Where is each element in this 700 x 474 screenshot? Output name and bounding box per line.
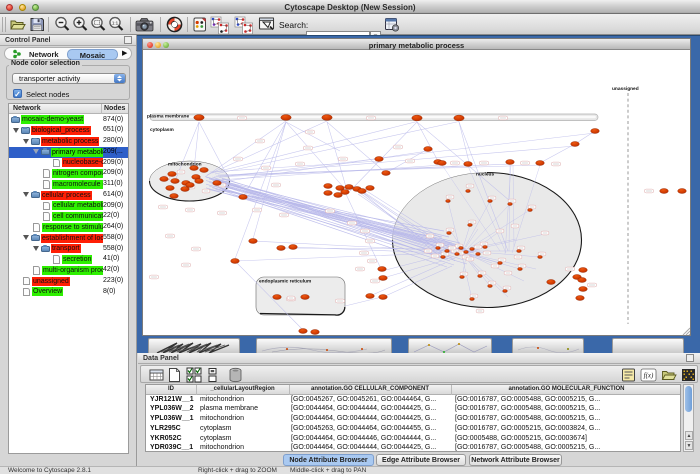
svg-text:cytoplasm: cytoplasm	[150, 127, 174, 133]
svg-text:1:1: 1:1	[112, 21, 119, 26]
svg-text:plasma membrane: plasma membrane	[147, 114, 189, 120]
svg-text:nucleus: nucleus	[476, 172, 494, 178]
svg-text:f(x): f(x)	[644, 372, 654, 380]
svg-text:unassigned: unassigned	[612, 86, 639, 92]
svg-text:endoplasmic reticulum: endoplasmic reticulum	[259, 279, 311, 285]
svg-text:mitochondrion: mitochondrion	[168, 162, 202, 168]
